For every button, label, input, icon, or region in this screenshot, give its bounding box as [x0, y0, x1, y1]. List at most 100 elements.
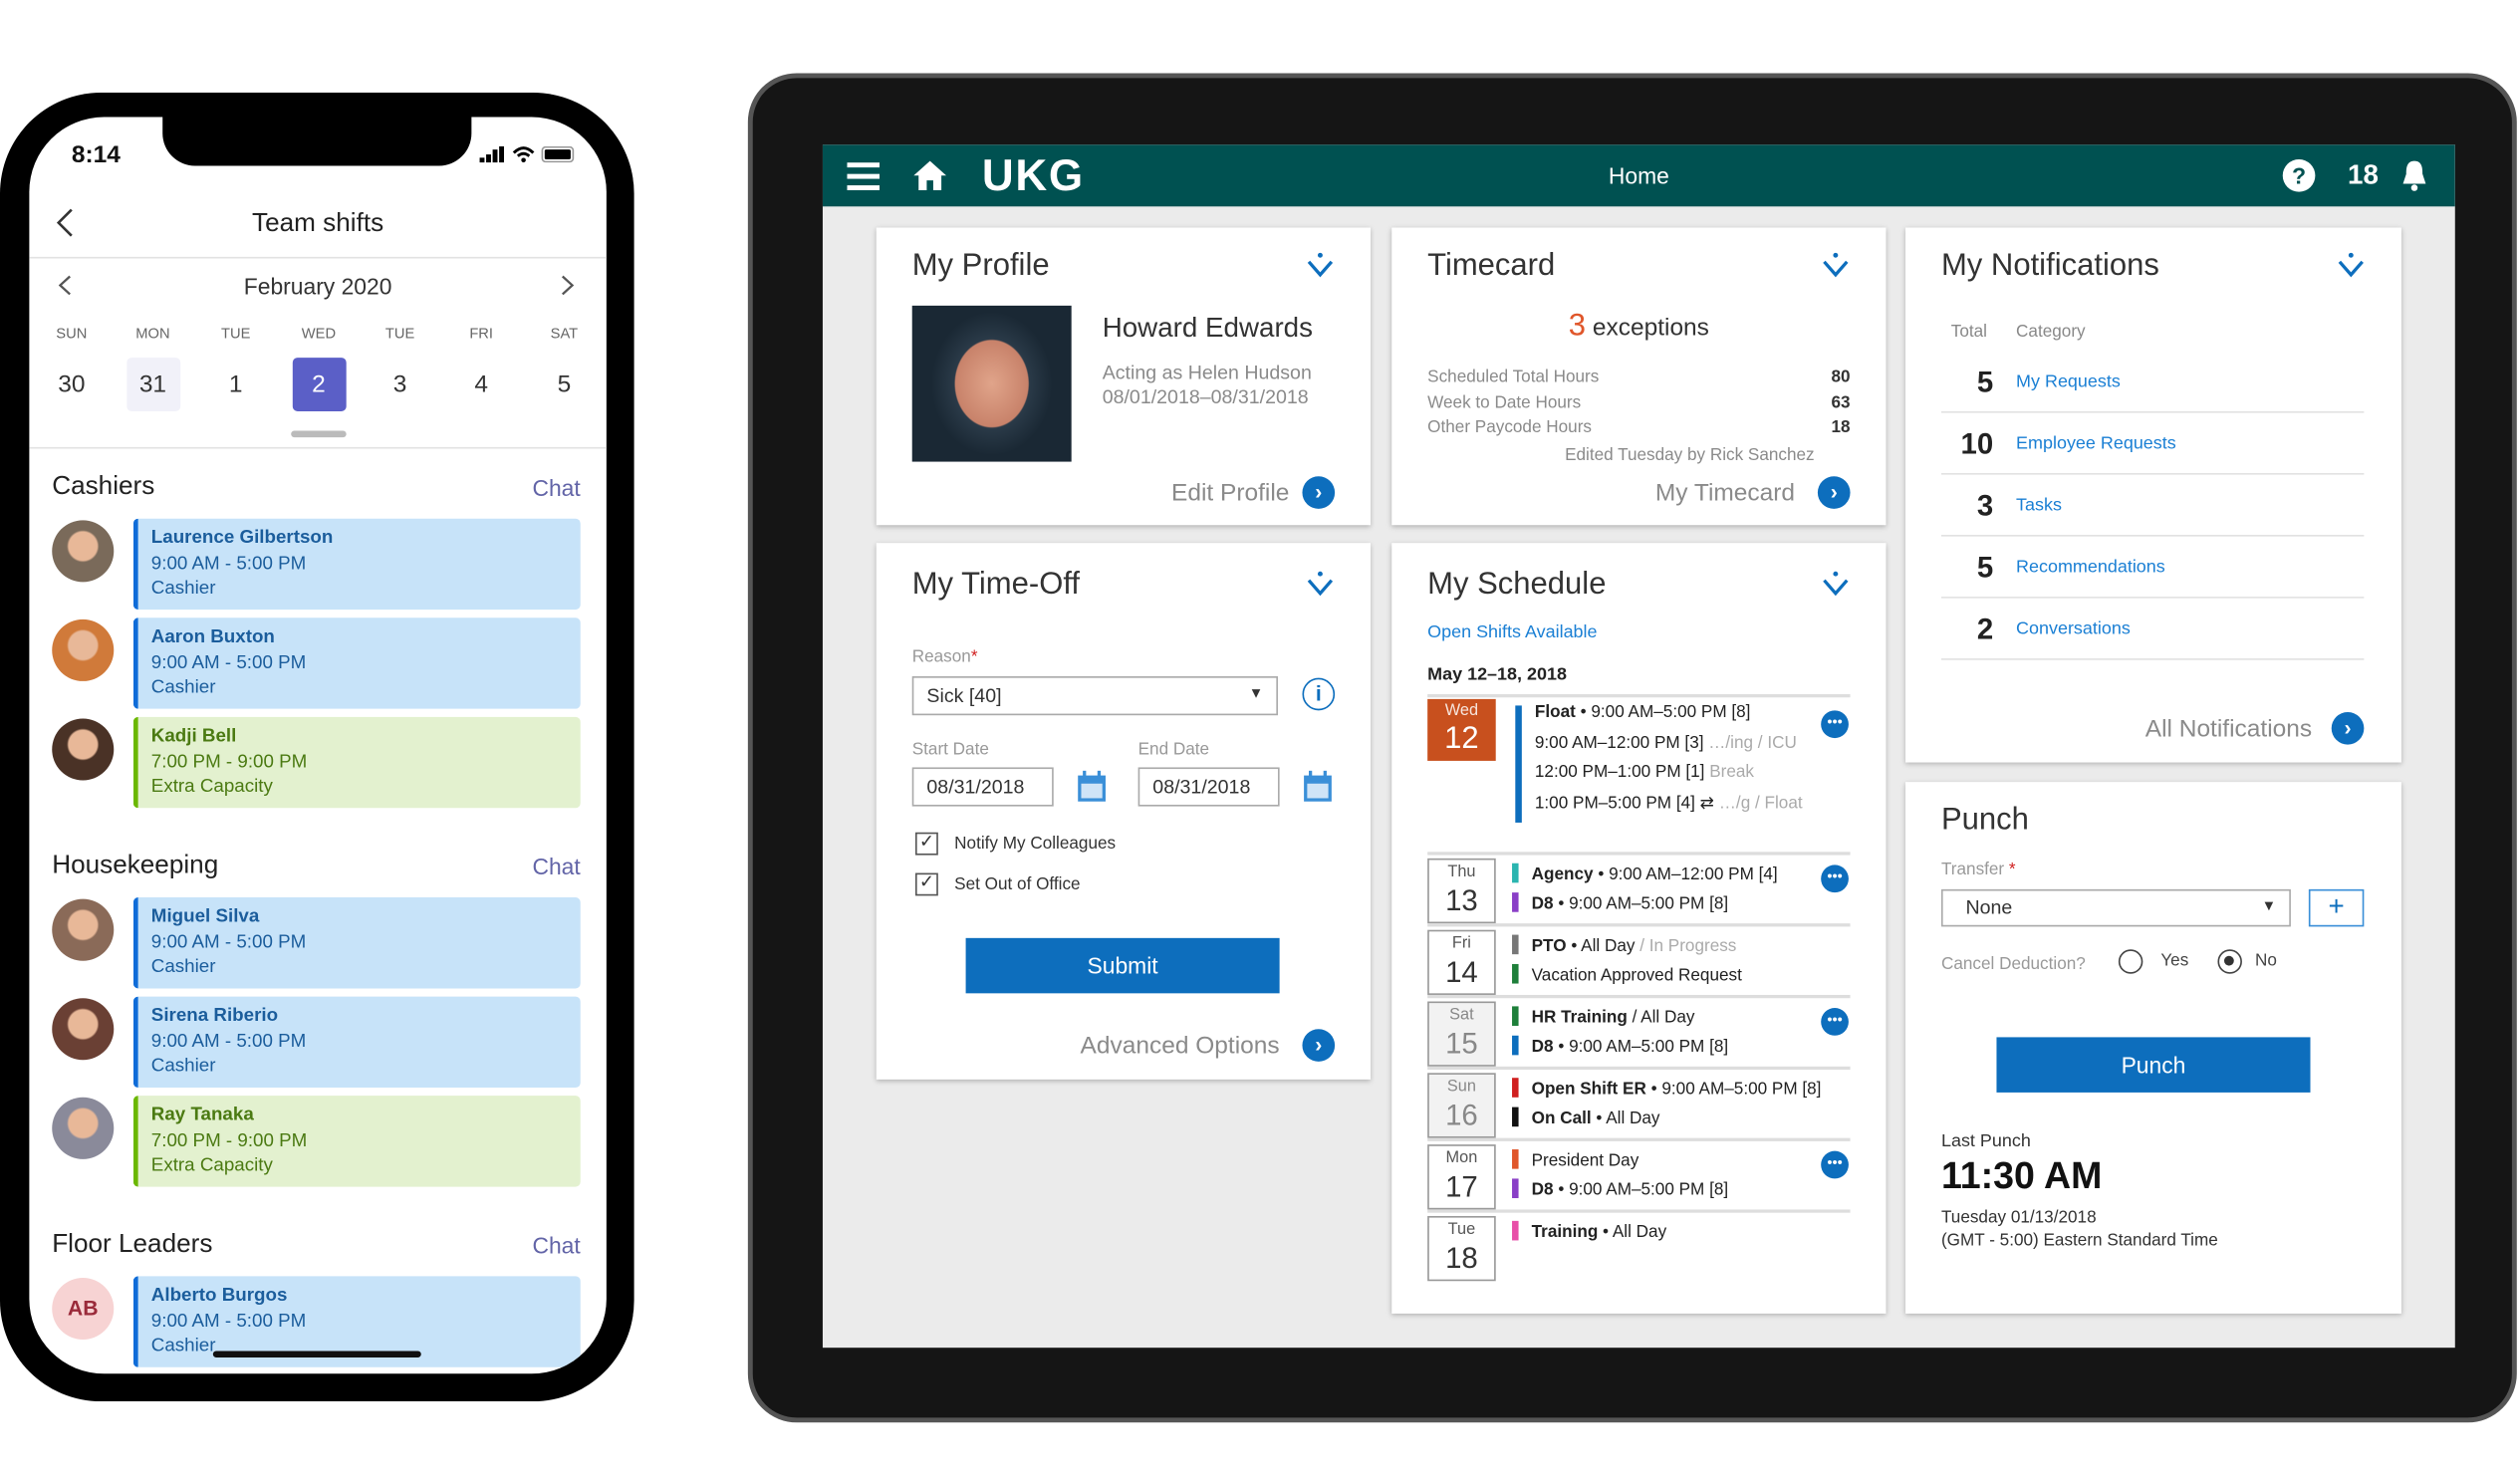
today-date-badge[interactable]: Wed 12	[1427, 698, 1496, 761]
transfer-select[interactable]: None ▼	[1940, 888, 2291, 927]
radio-yes[interactable]	[2118, 949, 2143, 974]
radio-no[interactable]	[2217, 949, 2242, 974]
calendar-day[interactable]: 4	[454, 358, 508, 411]
more-options-icon[interactable]: •••	[1821, 1150, 1849, 1179]
calendar-day[interactable]: 30	[45, 358, 99, 411]
schedule-line[interactable]: President Day	[1512, 1149, 1638, 1170]
chat-link[interactable]: Chat	[532, 854, 580, 879]
avatar[interactable]	[52, 618, 115, 681]
punch-button[interactable]: Punch	[1996, 1037, 2311, 1093]
menu-button[interactable]	[847, 161, 881, 199]
avatar[interactable]	[52, 1097, 115, 1159]
add-transfer-button[interactable]: +	[2308, 888, 2365, 927]
calendar-day[interactable]: 2	[291, 358, 346, 411]
chat-link[interactable]: Chat	[532, 1232, 580, 1258]
open-shifts-link[interactable]: Open Shifts Available	[1427, 622, 1597, 642]
shift-card[interactable]: Kadji Bell 7:00 PM - 9:00 PM Extra Capacit…	[132, 716, 581, 809]
arrow-right-circle-icon[interactable]: ›	[1302, 476, 1336, 509]
home-button[interactable]	[912, 159, 948, 200]
schedule-line[interactable]: D8 • 9:00 AM–5:00 PM [8]	[1512, 1178, 1728, 1200]
chat-link[interactable]: Chat	[532, 475, 580, 501]
arrow-right-circle-icon[interactable]: ›	[1302, 1029, 1336, 1062]
edit-profile-link[interactable]: Edit Profile	[1171, 480, 1289, 508]
calendar-day[interactable]: 1	[209, 358, 263, 411]
info-icon[interactable]: i	[1302, 677, 1336, 711]
chevron-down-icon[interactable]	[1306, 569, 1335, 598]
calendar-icon[interactable]	[1077, 770, 1108, 804]
reason-select[interactable]: Sick [40] ▼	[911, 676, 1278, 716]
date-badge[interactable]: Sun 16	[1427, 1073, 1496, 1138]
arrow-right-circle-icon[interactable]: ›	[2331, 711, 2365, 745]
advanced-options-link[interactable]: Advanced Options	[1081, 1033, 1280, 1061]
start-date-input[interactable]: 08/31/2018	[911, 767, 1054, 807]
next-month-button[interactable]	[561, 275, 575, 304]
chevron-down-icon[interactable]	[2337, 250, 2366, 279]
chevron-down-icon[interactable]	[1821, 250, 1850, 279]
arrow-right-circle-icon[interactable]: ›	[1817, 476, 1851, 509]
submit-button[interactable]: Submit	[965, 937, 1280, 994]
avatar[interactable]	[52, 998, 115, 1061]
notification-row[interactable]: 10 Employee Requests	[1940, 413, 2365, 475]
schedule-line[interactable]: HR Training / All Day	[1512, 1006, 1694, 1028]
event-title: HR Training	[1531, 1008, 1628, 1028]
notification-category-link[interactable]: Employee Requests	[2016, 434, 2176, 454]
more-options-icon[interactable]: •••	[1821, 710, 1849, 739]
notifications-button[interactable]	[2399, 159, 2428, 200]
calendar-day[interactable]: 31	[126, 358, 180, 411]
date-badge[interactable]: Mon 17	[1427, 1144, 1496, 1210]
schedule-line[interactable]: 9:00 AM–12:00 PM [3] …/ing / ICU	[1535, 732, 1797, 752]
my-timecard-link[interactable]: My Timecard	[1655, 480, 1795, 508]
checkbox[interactable]: ✓	[914, 872, 938, 896]
chevron-down-icon[interactable]	[1306, 250, 1335, 279]
chevron-down-icon[interactable]	[1821, 569, 1850, 598]
avatar[interactable]	[52, 520, 115, 583]
schedule-line[interactable]: Training • All Day	[1512, 1220, 1666, 1242]
date-badge[interactable]: Fri 14	[1427, 929, 1496, 995]
calendar-icon[interactable]	[1302, 770, 1333, 804]
notification-row[interactable]: 5 Recommendations	[1940, 537, 2365, 599]
schedule-line[interactable]: On Call • All Day	[1512, 1107, 1660, 1128]
notification-category-link[interactable]: My Requests	[2016, 372, 2121, 392]
shift-card[interactable]: Miguel Silva 9:00 AM - 5:00 PM Cashier	[132, 897, 581, 989]
notification-row[interactable]: 5 My Requests	[1940, 352, 2365, 413]
schedule-line[interactable]: D8 • 9:00 AM–5:00 PM [8]	[1512, 892, 1728, 913]
schedule-line[interactable]: D8 • 9:00 AM–5:00 PM [8]	[1512, 1035, 1728, 1057]
calendar-drag-handle[interactable]	[291, 430, 347, 438]
shift-card[interactable]: Sirena Riberio 9:00 AM - 5:00 PM Cashier	[132, 996, 581, 1089]
event-title: Open Shift ER	[1531, 1079, 1646, 1100]
end-date-input[interactable]: 08/31/2018	[1137, 767, 1280, 807]
date-badge[interactable]: Tue 18	[1427, 1215, 1496, 1282]
shift-role: Extra Capacity	[150, 1155, 273, 1176]
reason-value: Sick [40]	[926, 684, 1002, 708]
schedule-line[interactable]: Open Shift ER • 9:00 AM–5:00 PM [8]	[1512, 1078, 1821, 1099]
date-badge[interactable]: Sat 15	[1427, 1001, 1496, 1067]
avatar[interactable]	[52, 898, 115, 961]
page-title: Team shifts	[252, 209, 384, 238]
notification-row[interactable]: 3 Tasks	[1940, 475, 2365, 537]
schedule-line[interactable]: Float • 9:00 AM–5:00 PM [8]	[1535, 702, 1751, 722]
help-icon[interactable]: ?	[2282, 158, 2316, 192]
schedule-line[interactable]: 12:00 PM–1:00 PM [1] Break	[1535, 763, 1754, 783]
notification-row[interactable]: 2 Conversations	[1940, 599, 2365, 660]
schedule-line[interactable]: 1:00 PM–5:00 PM [4] ⇄ …/g / Float	[1535, 793, 1803, 813]
calendar-day[interactable]: 5	[537, 358, 591, 411]
all-notifications-link[interactable]: All Notifications	[2145, 715, 2312, 743]
shift-card[interactable]: Laurence Gilbertson 9:00 AM - 5:00 PM Cash…	[132, 518, 581, 611]
more-options-icon[interactable]: •••	[1821, 1008, 1849, 1036]
checkbox[interactable]: ✓	[914, 832, 938, 856]
more-options-icon[interactable]: •••	[1821, 864, 1849, 893]
shift-card[interactable]: Ray Tanaka 7:00 PM - 9:00 PM Extra Capacit…	[132, 1096, 581, 1187]
schedule-line[interactable]: PTO • All Day / In Progress	[1512, 934, 1736, 956]
notification-category-link[interactable]: Recommendations	[2016, 558, 2165, 578]
ukg-logo[interactable]: UKG	[982, 151, 1085, 202]
schedule-line[interactable]: Agency • 9:00 AM–12:00 PM [4]	[1512, 862, 1778, 884]
avatar[interactable]	[52, 718, 115, 781]
notification-category-link[interactable]: Conversations	[2016, 619, 2131, 639]
calendar-day[interactable]: 3	[374, 358, 427, 411]
exceptions[interactable]: 3 exceptions	[1391, 309, 1886, 345]
date-badge[interactable]: Thu 13	[1427, 858, 1496, 924]
schedule-line[interactable]: Vacation Approved Request	[1512, 963, 1742, 985]
avatar[interactable]: AB	[52, 1277, 115, 1341]
shift-card[interactable]: Aaron Buxton 9:00 AM - 5:00 PM Cashier	[132, 617, 581, 709]
notification-category-link[interactable]: Tasks	[2016, 496, 2062, 516]
